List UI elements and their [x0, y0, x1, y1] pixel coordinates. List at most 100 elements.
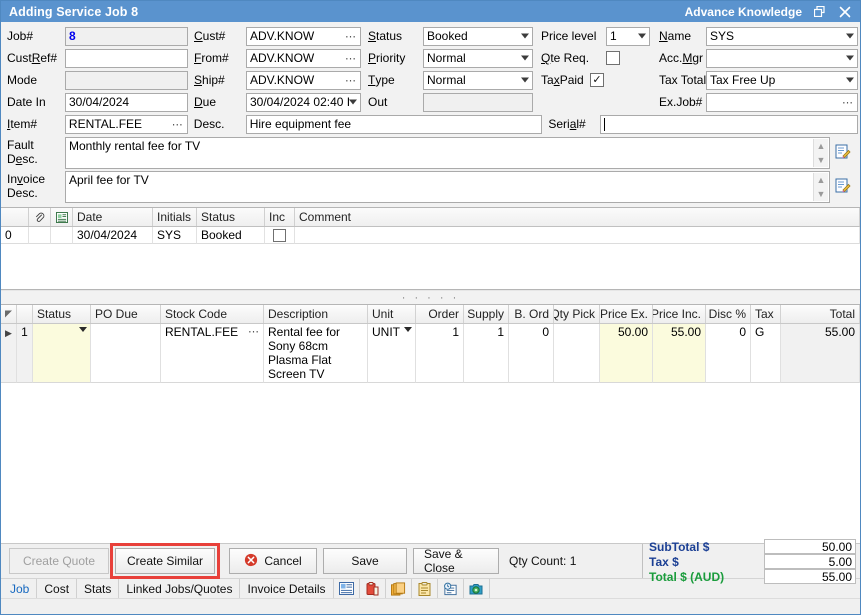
item-number-field[interactable]: RENTAL.FEE ⋯ [65, 115, 188, 134]
attachment-icon[interactable] [29, 208, 51, 226]
detail-cell-qty-pick[interactable] [554, 324, 600, 383]
status-combo[interactable]: Booked [423, 27, 533, 46]
detail-cell-tax[interactable]: G [751, 324, 781, 383]
detail-col-stock-code[interactable]: Stock Code [161, 305, 264, 323]
detail-col-status[interactable]: Status [33, 305, 91, 323]
history-cell-inc[interactable] [265, 227, 295, 244]
history-cell-note[interactable] [51, 227, 73, 244]
detail-cell-order[interactable]: 1 [416, 324, 464, 383]
serial-number-field[interactable] [600, 115, 858, 134]
note-icon[interactable] [51, 208, 73, 226]
invoice-desc-scrollbar[interactable]: ▲ ▼ [813, 173, 828, 201]
ex-job-ellipsis-icon[interactable]: ⋯ [841, 94, 855, 111]
detail-col-order[interactable]: Order [416, 305, 464, 323]
detail-col-price-ex[interactable]: Price Ex. [600, 305, 653, 323]
detail-cell-stock-code[interactable]: RENTAL.FEE ⋯ [161, 324, 264, 383]
scroll-up-icon[interactable]: ▲ [814, 139, 828, 153]
detail-cell-supply[interactable]: 1 [464, 324, 509, 383]
chevron-down-icon[interactable] [638, 34, 646, 39]
history-document-icon[interactable] [438, 579, 464, 598]
from-number-field[interactable]: ADV.KNOW ⋯ [246, 49, 361, 68]
history-grid[interactable]: Date Initials Status Inc Comment 0 30/04… [1, 207, 860, 290]
fault-desc-textarea[interactable]: Monthly rental fee for TV ▲ ▼ [65, 137, 830, 169]
form-document-icon[interactable] [334, 579, 360, 598]
priority-combo[interactable]: Normal [423, 49, 533, 68]
scroll-down-icon[interactable]: ▼ [814, 187, 828, 201]
restore-icon[interactable] [806, 1, 832, 22]
tax-paid-checkbox[interactable]: ✓ [590, 73, 604, 87]
ex-job-number-field[interactable]: ⋯ [706, 93, 858, 112]
history-col-status[interactable]: Status [197, 208, 265, 226]
acc-mgr-combo[interactable] [706, 49, 858, 68]
detail-cell-status[interactable] [33, 324, 91, 383]
inc-checkbox[interactable] [273, 229, 286, 242]
money-camera-icon[interactable] [464, 579, 490, 598]
chevron-down-icon[interactable] [521, 78, 529, 83]
detail-col-total[interactable]: Total [781, 305, 860, 323]
history-col-comment[interactable]: Comment [295, 208, 860, 226]
table-row[interactable]: 0 30/04/2024 SYS Booked [1, 227, 860, 244]
detail-cell-unit[interactable]: UNIT [368, 324, 416, 383]
history-col-inc[interactable]: Inc [265, 208, 295, 226]
fault-desc-note-edit-icon[interactable] [834, 143, 851, 160]
grid-splitter[interactable]: · · · · · [1, 290, 860, 304]
chevron-down-icon[interactable] [846, 56, 854, 61]
ship-number-field[interactable]: ADV.KNOW ⋯ [246, 71, 361, 90]
chevron-down-icon[interactable] [846, 34, 854, 39]
name-combo[interactable]: SYS [706, 27, 858, 46]
history-col-date[interactable]: Date [73, 208, 153, 226]
history-cell-status[interactable]: Booked [197, 227, 265, 244]
line-items-grid[interactable]: Status PO Due Stock Code Description Uni… [1, 304, 860, 543]
chevron-down-icon[interactable] [404, 327, 412, 332]
detail-col-qty-pick[interactable]: Qty Pick [554, 305, 600, 323]
save-button[interactable]: Save [323, 548, 407, 574]
date-in-field[interactable]: 30/04/2024 [65, 93, 188, 112]
chevron-down-icon[interactable] [349, 100, 357, 105]
detail-col-supply[interactable]: Supply [464, 305, 509, 323]
chevron-down-icon[interactable] [521, 56, 529, 61]
tab-job[interactable]: Job [3, 579, 37, 598]
tab-stats[interactable]: Stats [77, 579, 119, 598]
detail-col-line[interactable] [17, 305, 33, 323]
detail-cell-disc-pct[interactable]: 0 [706, 324, 751, 383]
scroll-down-icon[interactable]: ▼ [814, 153, 828, 167]
create-similar-button[interactable]: Create Similar [115, 548, 215, 574]
detail-cell-description[interactable]: Rental fee for Sony 68cm Plasma Flat Scr… [264, 324, 368, 383]
chevron-down-icon[interactable] [846, 78, 854, 83]
detail-col-tax[interactable]: Tax [751, 305, 781, 323]
copy-documents-icon[interactable] [386, 579, 412, 598]
history-col-index[interactable] [1, 208, 29, 226]
history-cell-attachment[interactable] [29, 227, 51, 244]
detail-cell-price-inc[interactable]: 55.00 [653, 324, 706, 383]
detail-col-description[interactable]: Description [264, 305, 368, 323]
history-cell-comment[interactable] [295, 227, 860, 244]
chevron-down-icon[interactable] [521, 34, 529, 39]
detail-col-po-due[interactable]: PO Due [91, 305, 161, 323]
tab-invoice-details[interactable]: Invoice Details [240, 579, 333, 598]
cust-number-ellipsis-icon[interactable]: ⋯ [344, 28, 358, 45]
from-number-ellipsis-icon[interactable]: ⋯ [344, 50, 358, 67]
due-combo[interactable]: 30/04/2024 02:40 I [246, 93, 361, 112]
item-number-ellipsis-icon[interactable]: ⋯ [171, 116, 185, 133]
invoice-desc-note-edit-icon[interactable] [834, 177, 851, 194]
cust-ref-field[interactable] [65, 49, 188, 68]
detail-col-unit[interactable]: Unit [368, 305, 416, 323]
qte-req-checkbox[interactable] [606, 51, 620, 65]
tab-linked-jobs-quotes[interactable]: Linked Jobs/Quotes [119, 579, 240, 598]
price-level-combo[interactable]: 1 [606, 27, 650, 46]
desc-field[interactable]: Hire equipment fee [246, 115, 543, 134]
history-cell-date[interactable]: 30/04/2024 [73, 227, 153, 244]
fault-desc-scrollbar[interactable]: ▲ ▼ [813, 139, 828, 167]
detail-cell-po-due[interactable] [91, 324, 161, 383]
save-and-close-button[interactable]: Save & Close [413, 548, 499, 574]
detail-cell-price-ex[interactable]: 50.00 [600, 324, 653, 383]
stock-code-ellipsis-icon[interactable]: ⋯ [248, 325, 260, 339]
red-clipboard-icon[interactable] [360, 579, 386, 598]
cust-number-field[interactable]: ADV.KNOW ⋯ [246, 27, 361, 46]
detail-col-b-ord[interactable]: B. Ord [509, 305, 554, 323]
history-cell-initials[interactable]: SYS [153, 227, 197, 244]
table-row[interactable]: ▶ 1 RENTAL.FEE ⋯ Rental fee for Sony 68c… [1, 324, 860, 383]
tax-total-combo[interactable]: Tax Free Up [706, 71, 858, 90]
ship-number-ellipsis-icon[interactable]: ⋯ [344, 72, 358, 89]
type-combo[interactable]: Normal [423, 71, 533, 90]
